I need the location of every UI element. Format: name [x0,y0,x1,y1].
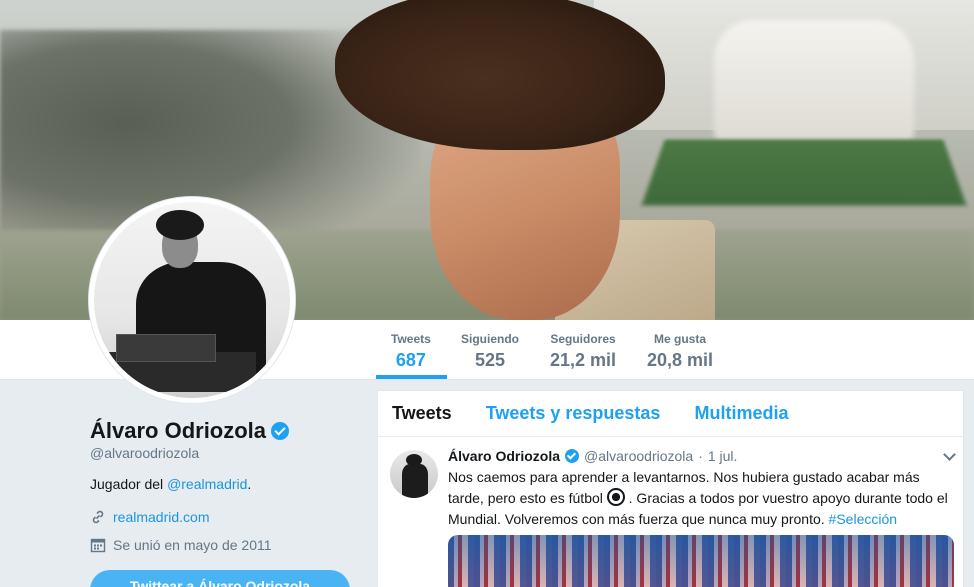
tweet-body: Álvaro Odriozola @alvaroodriozola · 1 ju… [448,448,956,530]
banner-palace [714,20,914,140]
tweet-avatar-hair [406,454,422,466]
tweet-item[interactable]: Álvaro Odriozola @alvaroodriozola · 1 ju… [378,438,963,587]
calendar-icon [90,537,108,553]
timeline-tabs: Tweets Tweets y respuestas Multimedia [378,391,963,437]
stat-value: 20,8 mil [647,350,714,370]
stat-followers[interactable]: Seguidores 21,2 mil [550,332,616,371]
profile-name: Álvaro Odriozola [90,418,290,444]
tweet-timestamp[interactable]: 1 jul. [708,448,738,464]
stat-label: Seguidores [550,332,616,346]
bio-text: Jugador del [90,476,168,492]
bio-mention-link[interactable]: @realmadrid [167,476,247,492]
timeline: Tweets Tweets y respuestas Multimedia Ál… [377,390,964,587]
stat-value: 21,2 mil [550,350,617,370]
stat-label: Me gusta [654,332,707,346]
tweet-header: Álvaro Odriozola @alvaroodriozola · 1 ju… [448,448,956,464]
bio-suffix: . [247,476,252,492]
active-tab-indicator [376,375,447,379]
tab-media[interactable]: Multimedia [694,403,788,424]
verified-badge-icon [271,422,290,440]
profile-name-text: Álvaro Odriozola [90,418,267,443]
tab-tweets[interactable]: Tweets [392,403,452,424]
link-icon [90,509,108,525]
tweet-text: Nos caemos para aprender a levantarnos. … [448,467,948,530]
profile-handle: @alvaroodriozola [90,445,200,461]
tweet-avatar[interactable] [390,450,438,498]
stat-value: 525 [474,350,506,370]
stat-tweets[interactable]: Tweets 687 [391,332,431,371]
profile-bio: Jugador del @realmadrid. [90,476,251,492]
banner-person [335,0,715,320]
soccer-ball-icon [606,488,625,506]
avatar-hair [156,210,204,240]
tweet-avatar-body [402,464,428,498]
profile-website: realmadrid.com [90,509,209,525]
stat-label: Siguiendo [461,332,519,346]
joined-text: Se unió en mayo de 2011 [113,537,272,553]
tweet-hashtag-link[interactable]: #Selección [829,511,898,527]
profile-avatar[interactable] [88,196,296,404]
stat-label: Tweets [391,332,431,346]
tweet-media-image[interactable] [448,535,954,587]
verified-badge-icon [565,449,580,463]
tweet-author-name[interactable]: Álvaro Odriozola [448,448,560,464]
avatar-photo [94,202,290,398]
avatar-box [116,334,216,362]
banner-hair [335,0,665,150]
stat-value: 687 [395,350,426,370]
tweet-separator: · [698,448,703,464]
profile-joined: Se unió en mayo de 2011 [90,537,272,553]
stat-likes[interactable]: Me gusta 20,8 mil [647,332,713,371]
tweet-author-handle[interactable]: @alvaroodriozola [584,448,693,464]
tab-tweets-and-replies[interactable]: Tweets y respuestas [486,403,661,424]
tweet-to-button[interactable]: Twittear a Álvaro Odriozola [90,570,350,587]
chevron-down-icon[interactable] [943,448,956,461]
website-link[interactable]: realmadrid.com [113,509,209,525]
stat-following[interactable]: Siguiendo 525 [461,332,519,371]
